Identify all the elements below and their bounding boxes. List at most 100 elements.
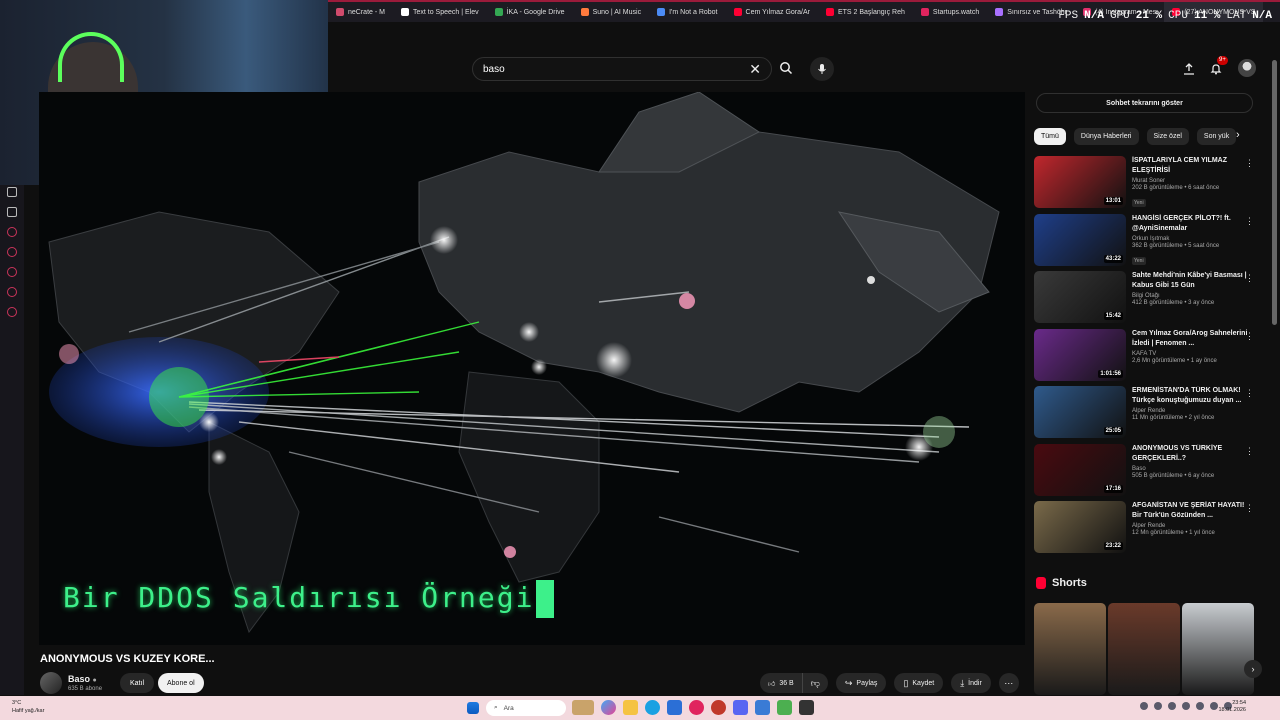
save-button[interactable]: ▯ Kaydet xyxy=(894,673,944,693)
tray-icon[interactable] xyxy=(1210,702,1218,710)
search-box[interactable]: baso ✕ xyxy=(472,57,772,81)
chevron-right-icon[interactable]: › xyxy=(1236,129,1240,141)
play-icon[interactable] xyxy=(7,247,17,257)
more-options-icon[interactable]: ⋮ xyxy=(1245,388,1254,399)
page-scrollbar[interactable] xyxy=(1272,60,1277,325)
more-options-icon[interactable]: ⋮ xyxy=(1245,503,1254,514)
close-icon[interactable] xyxy=(7,187,17,197)
file-explorer-icon[interactable] xyxy=(623,700,638,715)
share-button[interactable]: ↪ Paylaş xyxy=(835,673,887,693)
chip-recent[interactable]: Son yük xyxy=(1196,128,1237,145)
channel-name-text[interactable]: Baso xyxy=(68,674,90,684)
video-title[interactable]: AFGANİSTAN VE ŞERİAT HAYATI! Bir Türk'ün… xyxy=(1132,501,1250,521)
cube-icon[interactable] xyxy=(7,287,17,297)
tray-icon[interactable] xyxy=(1168,702,1176,710)
taskbar-search[interactable]: ⌕ Ara xyxy=(486,700,566,716)
channel-avatar[interactable] xyxy=(40,672,62,694)
discord-icon[interactable] xyxy=(7,207,17,217)
video-channel[interactable]: Orkun Işıtmak xyxy=(1132,236,1250,242)
browser-tab[interactable]: İKA - Google Drive xyxy=(487,2,573,22)
recommended-video[interactable]: 15:42 Sahte Mehdi'nin Kâbe'yi Basması | K… xyxy=(1034,271,1260,329)
edge-icon[interactable] xyxy=(645,700,660,715)
tray-icon[interactable] xyxy=(1154,702,1162,710)
video-thumbnail[interactable]: 17:16 xyxy=(1034,443,1126,496)
search-input[interactable]: baso xyxy=(483,64,749,75)
video-thumbnail[interactable]: 15:42 xyxy=(1034,271,1126,323)
video-channel[interactable]: KAFA TV xyxy=(1132,351,1250,357)
app-widget-icon[interactable] xyxy=(572,700,594,715)
copilot-icon[interactable] xyxy=(601,700,616,715)
browser-tab[interactable]: ETS 2 Başlangıç Reh xyxy=(818,2,913,22)
recommended-video[interactable]: 13:01 İSPATLARIYLA CEM YILMAZ ELEŞTİRİSİ M… xyxy=(1034,156,1260,214)
video-title[interactable]: Sahte Mehdi'nin Kâbe'yi Basması | Kabus … xyxy=(1132,271,1250,291)
video-title[interactable]: Cem Yılmaz Gora/Arog Sahnelerini İzledi … xyxy=(1132,329,1250,349)
video-player[interactable]: Bir DDOS Saldırısı Örneği xyxy=(39,92,1025,645)
like-button[interactable]: 👍︎ 36 B xyxy=(760,673,803,693)
browser-tab[interactable]: I'm Not a Robot xyxy=(649,2,725,22)
upload-button[interactable] xyxy=(1180,60,1198,78)
video-channel[interactable]: Murat Soner xyxy=(1132,178,1250,184)
chip-for-you[interactable]: Size özel xyxy=(1146,128,1189,145)
tray-icon[interactable] xyxy=(1182,702,1190,710)
channel-name[interactable]: Baso ● xyxy=(68,674,97,684)
more-options-icon[interactable]: ⋮ xyxy=(1245,446,1254,457)
video-thumbnail[interactable]: 13:01 xyxy=(1034,156,1126,208)
more-options-icon[interactable]: ⋮ xyxy=(1245,331,1254,342)
obs-icon[interactable] xyxy=(799,700,814,715)
record-icon[interactable] xyxy=(7,227,17,237)
video-title[interactable]: HANGİSİ GERÇEK PİLOT?! ft. @AyniSinemala… xyxy=(1132,214,1250,234)
store-icon[interactable] xyxy=(667,700,682,715)
video-thumbnail[interactable]: 23:22 xyxy=(1034,501,1126,553)
app-red-icon[interactable] xyxy=(711,700,726,715)
clear-search-icon[interactable]: ✕ xyxy=(749,61,761,78)
video-title[interactable]: ERMENİSTAN'DA TÜRK OLMAK! Türkçe konuştu… xyxy=(1132,386,1250,406)
browser-tab[interactable]: Cem Yılmaz Gora/Ar xyxy=(726,2,818,22)
voice-search-button[interactable] xyxy=(810,57,834,81)
recommended-video[interactable]: 25:05 ERMENİSTAN'DA TÜRK OLMAK! Türkçe ko… xyxy=(1034,386,1260,444)
more-options-icon[interactable]: ⋮ xyxy=(1245,273,1254,284)
tray-icon[interactable] xyxy=(1196,702,1204,710)
system-clock[interactable]: 23:54 18.01.2026 xyxy=(1218,700,1246,714)
dislike-button[interactable]: 👎︎ xyxy=(803,673,828,693)
short-thumbnail[interactable] xyxy=(1034,603,1106,695)
minecraft-icon[interactable] xyxy=(777,700,792,715)
weather-widget[interactable]: 3°C Hafif yağ./kar xyxy=(12,699,44,715)
video-channel[interactable]: Baso xyxy=(1132,466,1250,472)
shorts-next-button[interactable]: › xyxy=(1244,660,1262,678)
subscribe-button[interactable]: Abone ol xyxy=(158,673,204,693)
discord-app-icon[interactable] xyxy=(733,700,748,715)
video-thumbnail[interactable]: 1:01:56 xyxy=(1034,328,1126,381)
video-title[interactable]: İSPATLARIYLA CEM YILMAZ ELEŞTİRİSİ xyxy=(1132,156,1250,176)
tray-icon[interactable] xyxy=(1140,702,1148,710)
more-actions-button[interactable]: ⋯ xyxy=(998,673,1019,693)
video-channel[interactable]: Alper Rende xyxy=(1132,408,1250,414)
join-button[interactable]: Katıl xyxy=(120,673,155,693)
settings-icon[interactable] xyxy=(7,307,17,317)
app-blue-icon[interactable] xyxy=(755,700,770,715)
chip-all[interactable]: Tümü xyxy=(1034,128,1066,145)
more-options-icon[interactable]: ⋮ xyxy=(1245,158,1254,169)
more-options-icon[interactable]: ⋮ xyxy=(1245,216,1254,227)
opera-icon[interactable] xyxy=(689,700,704,715)
chip-world-news[interactable]: Dünya Haberleri xyxy=(1073,128,1139,145)
recommended-video[interactable]: 23:22 AFGANİSTAN VE ŞERİAT HAYATI! Bir Tü… xyxy=(1034,501,1260,559)
browser-tab[interactable]: Text to Speech | Elev xyxy=(393,2,487,22)
clock-icon[interactable] xyxy=(7,267,17,277)
recommended-video[interactable]: 17:16 ANONYMOUS VS TÜRKİYE GERÇEKLERİ..? B… xyxy=(1034,443,1260,502)
account-avatar[interactable] xyxy=(1238,59,1256,77)
windows-start-icon[interactable] xyxy=(467,702,479,714)
browser-tab[interactable]: Suno | AI Music xyxy=(573,2,650,22)
video-channel[interactable]: Bilgi Otağı xyxy=(1132,293,1250,299)
short-thumbnail[interactable] xyxy=(1108,603,1180,695)
browser-tab[interactable]: neCrate - M xyxy=(328,2,393,22)
video-title[interactable]: ANONYMOUS VS TÜRKİYE GERÇEKLERİ..? xyxy=(1132,444,1250,464)
video-thumbnail[interactable]: 43:22 xyxy=(1034,213,1126,266)
search-button[interactable] xyxy=(776,58,796,78)
video-thumbnail[interactable]: 25:05 xyxy=(1034,386,1126,438)
download-button[interactable]: ⤓ İndir xyxy=(951,673,991,693)
recommended-video[interactable]: 43:22 HANGİSİ GERÇEK PİLOT?! ft. @AyniSin… xyxy=(1034,213,1260,272)
video-channel[interactable]: Alper Rende xyxy=(1132,523,1250,529)
short-thumbnail[interactable] xyxy=(1182,603,1254,695)
recommended-video[interactable]: 1:01:56 Cem Yılmaz Gora/Arog Sahnelerini … xyxy=(1034,328,1260,387)
browser-tab[interactable]: Startups.watch xyxy=(913,2,987,22)
